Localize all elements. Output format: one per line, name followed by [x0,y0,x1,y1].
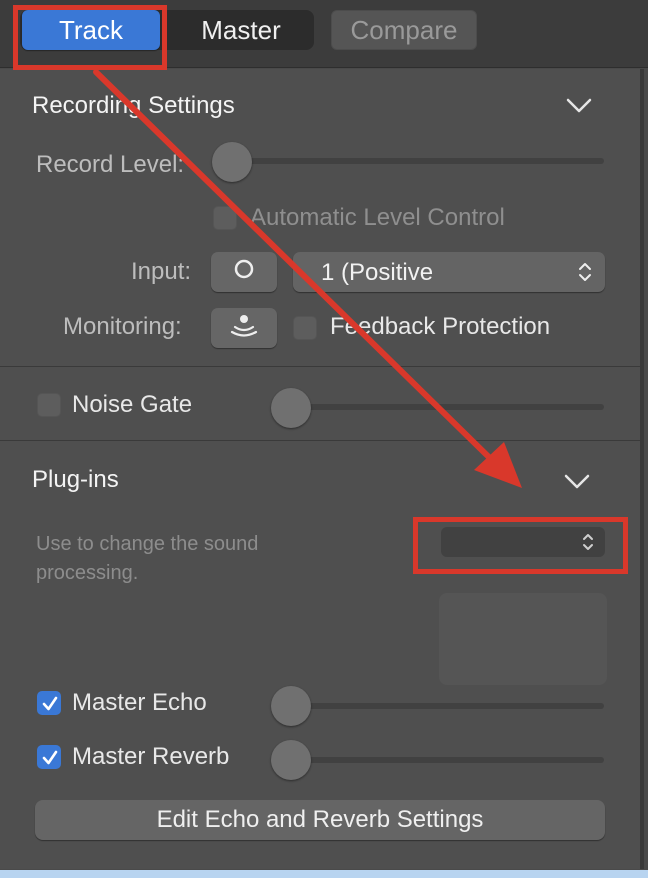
master-reverb-knob[interactable] [271,740,311,780]
master-reverb-label: Master Reverb [72,743,230,770]
record-level-knob[interactable] [212,142,252,182]
window-bottom-edge [0,870,648,878]
checkmark-icon [42,750,58,765]
plugins-title: Plug-ins [32,466,119,493]
record-level-slider[interactable] [232,158,604,164]
up-down-icon [577,260,593,291]
input-select-value: 1 (Positive [321,259,434,286]
recording-settings-title: Recording Settings [32,92,235,119]
feedback-protection-checkbox[interactable] [293,316,317,340]
master-echo-knob[interactable] [271,686,311,726]
edit-echo-reverb-button[interactable]: Edit Echo and Reverb Settings [35,800,605,840]
noise-gate-checkbox[interactable] [37,393,61,417]
divider [0,440,644,441]
plugin-slot-area [439,593,607,685]
monitoring-button[interactable] [211,308,277,348]
master-echo-slider[interactable] [290,703,604,709]
noise-gate-slider[interactable] [290,404,604,410]
automatic-level-label: Automatic Level Control [250,204,505,231]
input-ring-icon [233,258,255,287]
input-label: Input: [131,258,192,285]
automatic-level-checkbox[interactable] [213,206,237,230]
annotation-highlight-track [13,5,167,70]
monitoring-label: Monitoring: [63,313,182,340]
input-select[interactable]: 1 (Positive [293,252,605,292]
plugins-helper-text: Use to change the sound processing. [36,533,259,584]
master-echo-checkbox[interactable] [37,691,61,715]
divider [0,366,644,367]
input-monitor-button[interactable] [211,252,277,292]
noise-gate-label: Noise Gate [72,391,193,418]
record-level-label: Record Level: [36,151,185,178]
feedback-protection-label: Feedback Protection [330,313,551,340]
chevron-down-icon[interactable] [566,98,592,114]
chevron-down-icon[interactable] [564,474,590,490]
checkmark-icon [42,696,58,711]
master-reverb-slider[interactable] [290,757,604,763]
master-echo-label: Master Echo [72,689,207,716]
compare-button[interactable]: Compare [331,10,477,50]
monitoring-icon [229,313,259,344]
annotation-highlight-plugin-select [413,517,628,574]
noise-gate-knob[interactable] [271,388,311,428]
master-reverb-checkbox[interactable] [37,745,61,769]
tab-master[interactable]: Master [170,10,312,50]
